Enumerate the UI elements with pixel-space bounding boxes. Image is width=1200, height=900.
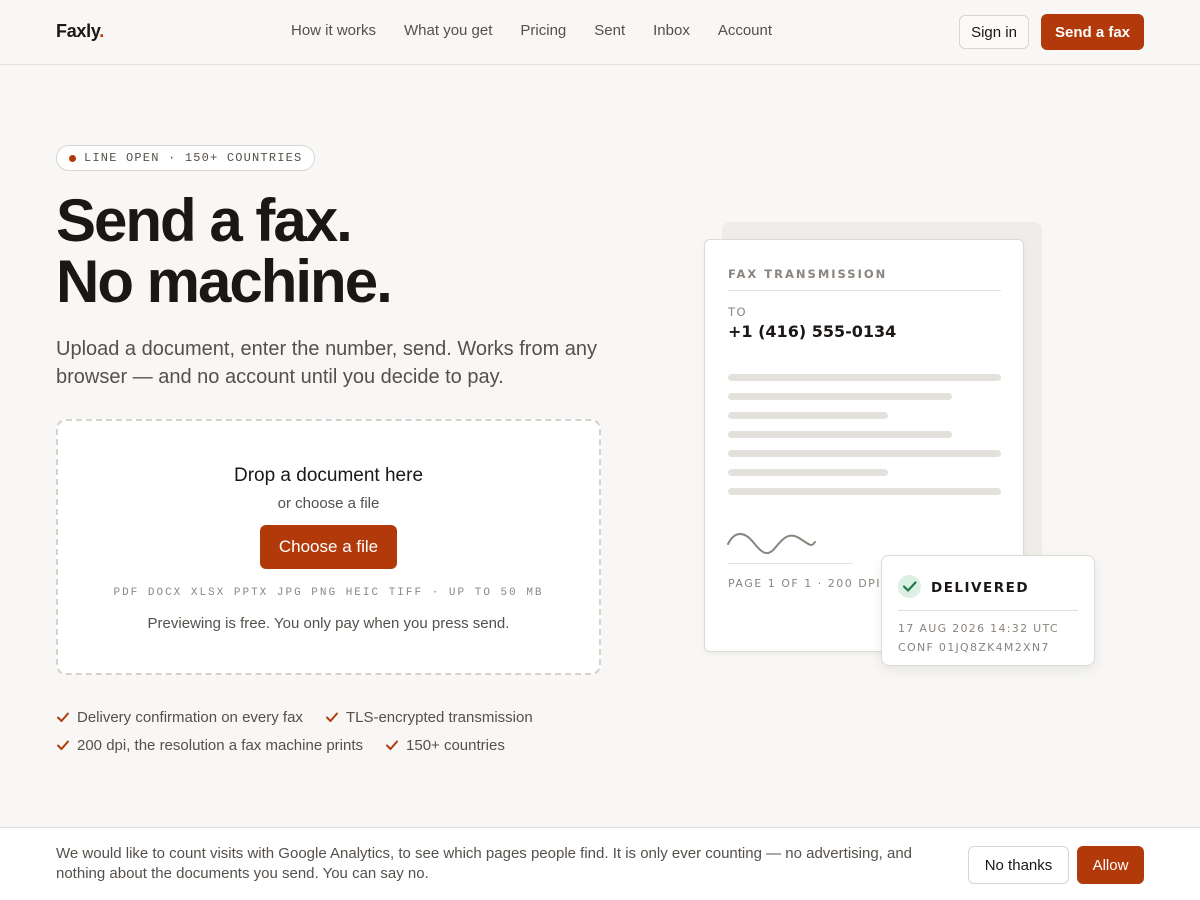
nav-sent[interactable]: Sent	[594, 22, 625, 39]
supported-formats: PDF DOCX XLSX PPTX JPG PNG HEIC TIFF · U…	[113, 587, 544, 599]
delivered-status: DELIVERED	[931, 580, 1030, 596]
logo-dot: .	[99, 21, 104, 41]
headline-line-2: No machine.	[56, 248, 393, 315]
nav-what-you-get[interactable]: What you get	[404, 22, 492, 39]
status-badge: LINE OPEN · 150+ COUNTRIES	[56, 145, 316, 171]
pricing-note: Previewing is free. You only pay when yo…	[147, 615, 510, 632]
feature-text: Delivery confirmation on every fax	[77, 708, 303, 726]
sign-in-button[interactable]: Sign in	[959, 15, 1029, 49]
text-line-placeholder	[728, 374, 1001, 381]
feature-item: 200 dpi, the resolution a fax machine pr…	[56, 737, 363, 754]
decline-cookies-button[interactable]: No thanks	[968, 846, 1069, 884]
site-header: Faxly. How it works What you get Pricing…	[0, 0, 1200, 65]
feature-text: 150+ countries	[406, 736, 505, 754]
check-icon	[325, 712, 338, 722]
divider	[728, 290, 1001, 291]
file-dropzone[interactable]: Drop a document here or choose a file Ch…	[56, 419, 601, 675]
logo[interactable]: Faxly.	[56, 21, 104, 42]
status-dot-icon	[69, 155, 76, 162]
check-icon	[57, 712, 69, 722]
nav-how-it-works[interactable]: How it works	[291, 22, 376, 39]
confirmation-code: CONF 01JQ8ZK4M2XN7	[898, 641, 1050, 654]
allow-cookies-button[interactable]: Allow	[1077, 846, 1144, 884]
nav-pricing[interactable]: Pricing	[520, 22, 566, 39]
feature-text: 200 dpi, the resolution a fax machine pr…	[77, 736, 364, 754]
divider	[898, 610, 1078, 611]
fax-transmission-label: FAX TRANSMISSION	[728, 267, 888, 281]
feature-item: Delivery confirmation on every fax	[56, 709, 303, 726]
recipient-number: +1 (416) 555-0134	[728, 322, 897, 341]
check-icon	[386, 740, 399, 750]
text-line-placeholder	[728, 450, 1001, 457]
feature-item: TLS-encrypted transmission	[325, 709, 533, 726]
cookie-banner: We would like to count visits with Googl…	[0, 827, 1200, 900]
text-line-placeholder	[728, 393, 952, 400]
signature-icon	[727, 533, 816, 555]
delivered-card: DELIVERED 17 AUG 2026 14:32 UTC CONF 01J…	[881, 555, 1095, 666]
feature-item: 150+ countries	[385, 737, 505, 754]
dropzone-title: Drop a document here	[233, 465, 424, 486]
dropzone-subtitle: or choose a file	[277, 495, 380, 512]
send-fax-button[interactable]: Send a fax	[1041, 14, 1144, 50]
headline-line-1: Send a fax.	[56, 187, 353, 254]
cookie-message: We would like to count visits with Googl…	[56, 845, 913, 882]
check-circle-icon	[898, 575, 921, 598]
status-text: LINE OPEN · 150+ COUNTRIES	[84, 151, 303, 165]
logo-text: Faxly	[56, 21, 100, 41]
recipient-label: TO	[728, 305, 748, 319]
check-icon	[57, 740, 69, 750]
nav-account[interactable]: Account	[718, 22, 772, 39]
feature-row: Delivery confirmation on every fax TLS-e…	[56, 703, 616, 731]
feature-text: TLS-encrypted transmission	[345, 708, 533, 726]
text-line-placeholder	[728, 431, 952, 438]
feature-list: Delivery confirmation on every fax TLS-e…	[56, 703, 616, 759]
text-line-placeholder	[728, 469, 888, 476]
page-info: PAGE 1 OF 1 · 200 DPI	[728, 577, 882, 590]
text-line-placeholder	[728, 488, 1001, 495]
subheadline: Upload a document, enter the number, sen…	[56, 338, 598, 388]
nav-inbox[interactable]: Inbox	[653, 22, 690, 39]
feature-row: 200 dpi, the resolution a fax machine pr…	[56, 731, 616, 759]
page-title: Send a fax. No machine.	[56, 187, 393, 315]
choose-file-button[interactable]: Choose a file	[260, 525, 397, 569]
signature-line	[728, 563, 853, 564]
text-line-placeholder	[728, 412, 888, 419]
main-nav: How it works What you get Pricing Sent I…	[291, 22, 772, 39]
delivered-timestamp: 17 AUG 2026 14:32 UTC	[898, 622, 1059, 635]
